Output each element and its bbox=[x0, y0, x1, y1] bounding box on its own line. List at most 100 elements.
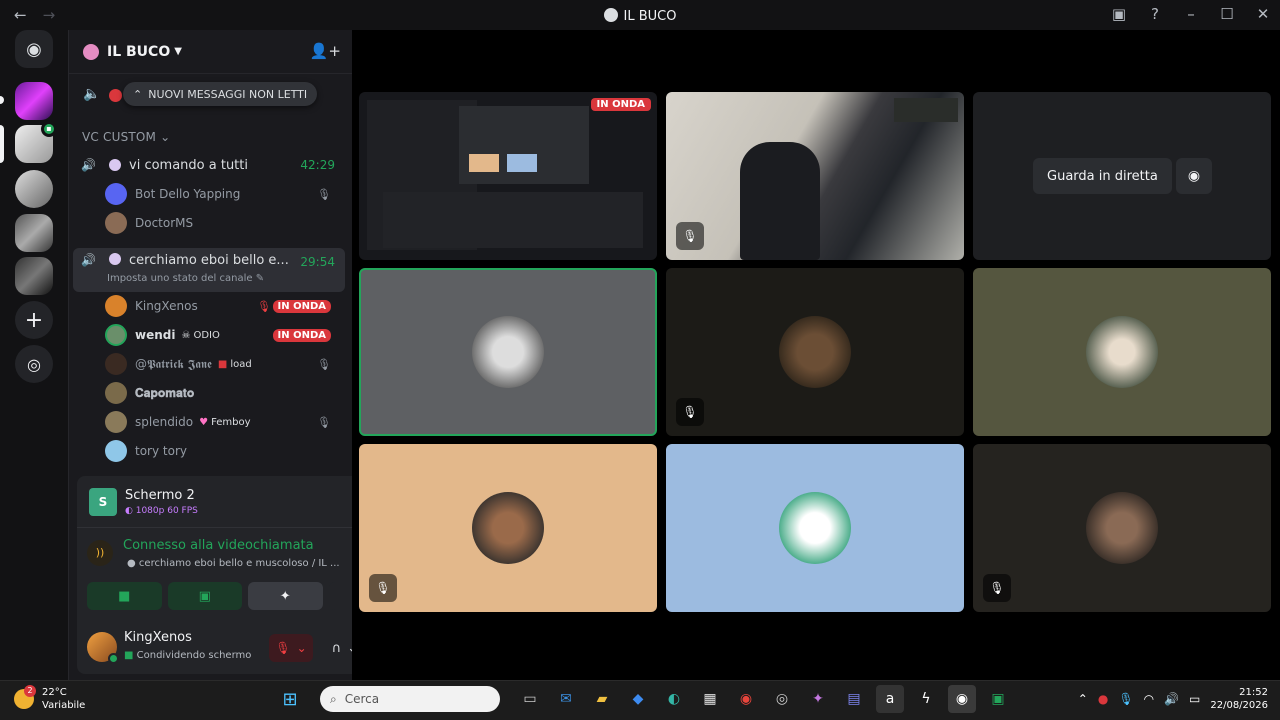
chevron-up-icon[interactable]: ⌃ bbox=[1078, 692, 1088, 706]
avatar bbox=[105, 411, 127, 433]
user-status: ■ Condividendo schermo bbox=[124, 650, 251, 661]
user-role-tag: ☠ ODIO bbox=[181, 330, 219, 341]
invite-user-icon[interactable]: 👤+ bbox=[310, 42, 341, 60]
user-name[interactable]: KingXenos bbox=[124, 630, 192, 645]
file-explorer-icon[interactable]: ▰ bbox=[588, 685, 616, 713]
obs-icon[interactable]: ◎ bbox=[768, 685, 796, 713]
server-header[interactable]: IL BUCO ▼ 👤+ bbox=[69, 30, 353, 74]
chevron-down-icon: ⌄ bbox=[296, 641, 307, 655]
screen-share-button[interactable]: ▣ bbox=[167, 582, 242, 610]
outlook-icon[interactable]: ✉ bbox=[552, 685, 580, 713]
avatar bbox=[105, 183, 127, 205]
voice-user[interactable]: Bot Dello Yapping 🎙 bbox=[105, 180, 345, 208]
voice-user[interactable]: splendido ♥ Femboy 🎙 bbox=[105, 408, 345, 436]
taskbar-apps: ⊞ ⌕ Cerca ▭ ✉ ▰ ◆ ◐ ▦ ◉ ◎ ✦ ▤ a ϟ ◉ ▣ bbox=[276, 685, 1012, 713]
server-icon-4[interactable] bbox=[15, 214, 53, 252]
clock[interactable]: 21:52 22/08/2026 bbox=[1210, 686, 1268, 712]
voice-user[interactable]: @𝕻𝖆𝖙𝖗𝖎𝖈𝖐 𝕵𝖆𝖓𝖊 ■ load 🎙 bbox=[105, 350, 345, 378]
mic-icon[interactable]: 🎙 bbox=[1118, 692, 1133, 706]
guild-unread-pill bbox=[0, 96, 4, 104]
voice-user[interactable]: 𝐂𝐚𝐩𝐨𝐦𝐚𝐭𝐨 bbox=[105, 379, 345, 407]
wifi-icon[interactable]: ◠ bbox=[1144, 692, 1154, 706]
watch-live-button[interactable]: Guarda in diretta bbox=[1033, 158, 1172, 194]
channel-status-dot bbox=[109, 159, 121, 171]
minimize-icon[interactable]: – bbox=[1182, 5, 1200, 23]
role-icon: ■ bbox=[217, 358, 228, 370]
video-tile[interactable]: 🎙 bbox=[359, 444, 657, 612]
connection-status[interactable]: Connesso alla videochiamata bbox=[123, 538, 314, 553]
mute-button[interactable]: 🎙 ⌄ bbox=[269, 634, 313, 662]
role-tag-text: ODIO bbox=[193, 329, 220, 341]
weather-icon: 2 bbox=[14, 685, 36, 709]
video-tile-watch-live[interactable]: Guarda in diretta ◉ bbox=[973, 92, 1271, 260]
avatar bbox=[105, 295, 127, 317]
skull-icon: ☠ bbox=[181, 329, 191, 341]
channel-dot-icon: ● bbox=[127, 558, 136, 569]
mic-muted-icon: 🎙 bbox=[676, 222, 704, 250]
server-icon-5[interactable] bbox=[15, 257, 53, 295]
discord-icon[interactable]: ◉ bbox=[948, 685, 976, 713]
category-vc-custom[interactable]: VC CUSTOM ⌄ bbox=[82, 130, 170, 144]
task-view-icon[interactable]: ▭ bbox=[516, 685, 544, 713]
video-tile-screen-share[interactable]: IN ONDA bbox=[359, 92, 657, 260]
video-tile[interactable]: 🎙 bbox=[973, 444, 1271, 612]
inbox-icon[interactable]: ▣ bbox=[1110, 5, 1128, 23]
user-name: DoctorMS bbox=[135, 216, 194, 230]
copilot-icon[interactable]: ✦ bbox=[804, 685, 832, 713]
server-icon-small bbox=[83, 43, 99, 60]
voice-user[interactable]: tory tory bbox=[105, 437, 345, 465]
add-server-icon[interactable]: + bbox=[15, 301, 53, 339]
server-icon-3[interactable] bbox=[15, 170, 53, 208]
channel-path[interactable]: ● cerchiamo eboi bello e muscoloso / IL … bbox=[127, 558, 340, 569]
tray-app-icon[interactable]: ● bbox=[1098, 692, 1108, 706]
new-messages-pill[interactable]: ⌃ NUOVI MESSAGGI NON LETTI bbox=[123, 82, 318, 106]
weather-badge: 2 bbox=[24, 685, 36, 697]
maximize-icon[interactable]: ☐ bbox=[1218, 5, 1236, 23]
role-tag-text: Femboy bbox=[211, 416, 251, 428]
role-tag-text: load bbox=[230, 358, 252, 370]
taskbar: 2 22°C Variabile ⊞ ⌕ Cerca ▭ ✉ ▰ ◆ ◐ ▦ ◉ ◎… bbox=[0, 680, 1280, 720]
screen-preview-tile bbox=[507, 154, 537, 172]
battery-icon[interactable]: ▭ bbox=[1189, 692, 1200, 706]
video-tile-camera[interactable]: 🎙 bbox=[666, 92, 964, 260]
window-title-text: IL BUCO bbox=[623, 9, 677, 24]
activities-button[interactable]: ✦ bbox=[248, 582, 323, 610]
channel-timer: 42:29 bbox=[300, 158, 335, 172]
headphones-icon: ∩ bbox=[331, 640, 342, 656]
windows-start-icon[interactable]: ⊞ bbox=[276, 685, 304, 713]
video-tile-speaking[interactable] bbox=[359, 268, 657, 436]
volume-icon[interactable]: 🔊 bbox=[1164, 692, 1179, 706]
lightning-icon[interactable]: ϟ bbox=[912, 685, 940, 713]
video-tile[interactable] bbox=[973, 268, 1271, 436]
video-tile[interactable]: 🎙 bbox=[666, 268, 964, 436]
signal-icon[interactable]: )) bbox=[87, 540, 113, 566]
teams-icon[interactable]: ▤ bbox=[840, 685, 868, 713]
store-icon[interactable]: ▦ bbox=[696, 685, 724, 713]
amazon-icon[interactable]: a bbox=[876, 685, 904, 713]
clock-date: 22/08/2026 bbox=[1210, 700, 1268, 711]
camera-button[interactable]: ■ bbox=[87, 582, 162, 610]
dropbox-icon[interactable]: ◆ bbox=[624, 685, 652, 713]
chrome-icon[interactable]: ◉ bbox=[732, 685, 760, 713]
weather-widget[interactable]: 2 22°C Variabile bbox=[14, 685, 85, 712]
channel-status-hint[interactable]: Imposta uno stato del canale ✎ bbox=[107, 273, 264, 284]
search-box[interactable]: ⌕ Cerca bbox=[320, 686, 500, 712]
app-icon[interactable]: ▣ bbox=[984, 685, 1012, 713]
voice-user[interactable]: KingXenos 🎙 ■ IN ONDA bbox=[105, 292, 345, 320]
server-icon-1[interactable] bbox=[15, 82, 53, 120]
video-tile[interactable] bbox=[666, 444, 964, 612]
mic-muted-icon: 🎙 bbox=[317, 415, 331, 429]
watch-popout-icon[interactable]: ◉ bbox=[1176, 158, 1212, 194]
wall-sign bbox=[894, 98, 958, 122]
voice-user[interactable]: wendi ☠ ODIO IN ONDA bbox=[105, 321, 345, 349]
help-icon[interactable]: ? bbox=[1146, 5, 1164, 23]
server-icon-il-buco[interactable]: ▪ bbox=[15, 121, 57, 163]
explore-icon[interactable]: ◎ bbox=[15, 345, 53, 383]
discord-home-icon[interactable]: ◉ bbox=[15, 30, 53, 68]
voice-channel-2[interactable]: 🔊 cerchiamo eboi bello e... 29:54 Impost… bbox=[73, 248, 345, 292]
edge-icon[interactable]: ◐ bbox=[660, 685, 688, 713]
voice-user[interactable]: DoctorMS bbox=[105, 209, 345, 237]
voice-channel-1[interactable]: 🔊 vi comando a tutti 42:29 bbox=[73, 151, 345, 179]
pencil-icon: ✎ bbox=[255, 273, 265, 284]
close-icon[interactable]: ✕ bbox=[1254, 5, 1272, 23]
